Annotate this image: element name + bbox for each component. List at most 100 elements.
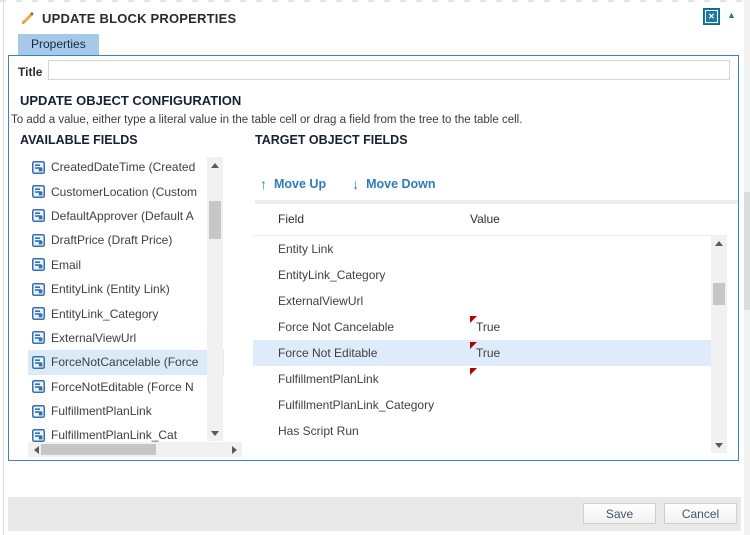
target-vertical-scrollbar[interactable] xyxy=(711,235,727,453)
value-text: True xyxy=(476,346,500,360)
table-row[interactable]: FulfillmentPlanLink_Category xyxy=(253,392,711,418)
field-icon xyxy=(32,161,45,174)
table-row[interactable]: FulfillmentPlanLink xyxy=(253,366,711,392)
field-cell[interactable]: Entity Link xyxy=(253,242,462,256)
target-fields-heading: TARGET OBJECT FIELDS xyxy=(255,133,408,147)
scroll-thumb[interactable] xyxy=(209,201,221,239)
scroll-up-arrow-icon[interactable] xyxy=(207,159,223,171)
field-icon xyxy=(32,307,45,320)
available-field-item[interactable]: CustomerLocation (Custom xyxy=(28,179,224,203)
close-button[interactable]: ✕ xyxy=(703,8,720,25)
pencil-icon xyxy=(20,11,35,26)
value-cell[interactable]: True xyxy=(462,340,711,366)
field-cell[interactable]: FulfillmentPlanLink xyxy=(253,372,462,386)
move-up-button[interactable]: ↑ Move Up xyxy=(260,176,326,192)
scroll-down-arrow-icon[interactable] xyxy=(711,439,727,451)
scroll-right-arrow-icon[interactable] xyxy=(228,442,240,457)
page-left-border xyxy=(3,0,4,535)
value-cell[interactable]: True xyxy=(462,314,711,340)
table-row[interactable]: ExternalViewUrl xyxy=(253,288,711,314)
field-cell[interactable]: Has Script Run xyxy=(253,424,462,438)
available-field-item[interactable]: ForceNotCancelable (Force xyxy=(28,350,224,374)
move-down-button[interactable]: ↓ Move Down xyxy=(352,176,435,192)
table-row[interactable]: Entity Link xyxy=(253,236,711,262)
available-vertical-scrollbar[interactable] xyxy=(207,157,223,441)
page-scroll-thumb[interactable] xyxy=(744,192,750,310)
table-row[interactable]: Force Not Cancelable True xyxy=(253,314,711,340)
move-down-label: Move Down xyxy=(366,177,435,191)
value-cell[interactable] xyxy=(462,418,711,444)
page-scrollbar[interactable] xyxy=(744,0,750,535)
available-field-label: DraftPrice (Draft Price) xyxy=(51,233,172,247)
move-up-label: Move Up xyxy=(274,177,326,191)
table-row[interactable]: EntityLink_Category xyxy=(253,262,711,288)
available-fields-heading: AVAILABLE FIELDS xyxy=(20,133,138,147)
arrow-up-icon: ↑ xyxy=(260,176,267,192)
close-icon: ✕ xyxy=(705,10,718,23)
field-icon xyxy=(32,356,45,369)
field-cell[interactable]: ExternalViewUrl xyxy=(253,294,462,308)
available-field-label: EntityLink_Category xyxy=(51,307,158,321)
arrow-down-icon: ↓ xyxy=(352,176,359,192)
target-toolbar: ↑ Move Up ↓ Move Down xyxy=(260,173,436,195)
field-icon xyxy=(32,234,45,247)
title-input[interactable] xyxy=(48,60,730,80)
scroll-thumb[interactable] xyxy=(41,444,156,455)
section-heading: UPDATE OBJECT CONFIGURATION xyxy=(20,93,241,108)
field-cell[interactable]: FulfillmentPlanLink_Category xyxy=(253,398,462,412)
value-cell[interactable] xyxy=(462,262,711,288)
field-cell[interactable]: Force Not Editable xyxy=(253,346,462,360)
available-horizontal-scrollbar[interactable] xyxy=(28,442,242,457)
scroll-up-arrow-icon[interactable] xyxy=(711,237,727,249)
scroll-thumb[interactable] xyxy=(713,283,725,305)
field-cell[interactable]: EntityLink_Category xyxy=(253,268,462,282)
value-cell[interactable] xyxy=(462,392,711,418)
available-field-label: CreatedDateTime (Created xyxy=(51,160,195,174)
field-icon xyxy=(32,380,45,393)
value-cell[interactable] xyxy=(462,288,711,314)
available-field-label: EntityLink (Entity Link) xyxy=(51,282,170,296)
field-icon xyxy=(32,258,45,271)
cancel-button[interactable]: Cancel xyxy=(664,503,737,524)
dialog-title: UPDATE BLOCK PROPERTIES xyxy=(42,11,236,26)
available-field-item[interactable]: DefaultApprover (Default A xyxy=(28,204,224,228)
section-description: To add a value, either type a literal va… xyxy=(11,114,522,126)
toolbar-separator xyxy=(255,200,738,204)
available-field-item[interactable]: FulfillmentPlanLink xyxy=(28,399,224,423)
save-button[interactable]: Save xyxy=(583,503,656,524)
modified-marker-icon xyxy=(470,316,477,323)
available-field-label: ExternalViewUrl xyxy=(51,331,136,345)
scroll-down-arrow-icon[interactable] xyxy=(207,427,223,439)
modified-marker-icon xyxy=(470,342,477,349)
field-icon xyxy=(32,331,45,344)
dialog-footer: Save Cancel xyxy=(8,497,741,531)
available-field-item[interactable]: ForceNotEditable (Force N xyxy=(28,375,224,399)
target-fields-table: Entity Link EntityLink_Category External… xyxy=(253,235,711,454)
table-row[interactable]: Force Not Editable True xyxy=(253,340,711,366)
title-label: Title xyxy=(18,65,42,79)
field-cell[interactable]: Force Not Cancelable xyxy=(253,320,462,334)
tab-properties[interactable]: Properties xyxy=(18,34,99,55)
available-field-label: FulfillmentPlanLink xyxy=(51,404,152,418)
available-field-label: FulfillmentPlanLink_Cat xyxy=(51,428,177,442)
properties-panel: Title UPDATE OBJECT CONFIGURATION To add… xyxy=(8,55,739,461)
update-block-properties-dialog: UPDATE BLOCK PROPERTIES ✕ ▲ Properties T… xyxy=(0,0,750,535)
column-header-field: Field xyxy=(278,212,304,226)
field-icon xyxy=(32,283,45,296)
table-row[interactable]: Has Script Run xyxy=(253,418,711,444)
collapse-icon[interactable]: ▲ xyxy=(727,11,736,20)
available-field-item[interactable]: ExternalViewUrl xyxy=(28,326,224,350)
field-icon xyxy=(32,429,45,442)
available-field-item[interactable]: CreatedDateTime (Created xyxy=(28,157,224,179)
available-field-label: ForceNotCancelable (Force xyxy=(51,355,198,369)
field-icon xyxy=(32,185,45,198)
value-cell[interactable] xyxy=(462,366,711,392)
page-top-border xyxy=(0,0,750,2)
column-header-value: Value xyxy=(470,212,500,226)
dialog-header: UPDATE BLOCK PROPERTIES xyxy=(20,8,236,28)
value-cell[interactable] xyxy=(462,236,711,262)
available-field-item[interactable]: DraftPrice (Draft Price) xyxy=(28,228,224,252)
available-field-item[interactable]: EntityLink_Category xyxy=(28,301,224,325)
available-field-item[interactable]: Email xyxy=(28,253,224,277)
available-field-item[interactable]: EntityLink (Entity Link) xyxy=(28,277,224,301)
